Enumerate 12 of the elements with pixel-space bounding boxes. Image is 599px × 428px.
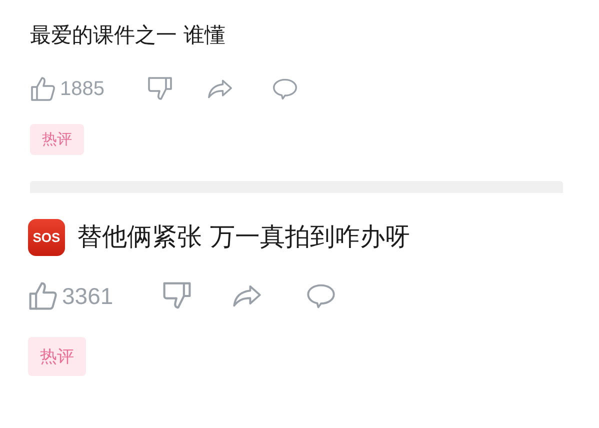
- like-count: 1885: [60, 78, 104, 100]
- hot-comment-tag: 热评: [28, 337, 86, 376]
- thumbs-up-icon[interactable]: [30, 76, 56, 102]
- sos-badge: SOS: [28, 218, 65, 256]
- hot-comment-tag: 热评: [30, 124, 84, 155]
- thumbs-up-icon[interactable]: [28, 281, 58, 311]
- comment-text: 最爱的课件之一 谁懂: [30, 22, 226, 49]
- like-count: 3361: [62, 282, 114, 310]
- thumbs-down-icon[interactable]: [162, 281, 192, 311]
- comment-text: 替他俩紧张 万一真拍到咋办呀: [77, 221, 410, 253]
- thumbs-down-icon[interactable]: [147, 76, 173, 102]
- comment-bubble-icon[interactable]: [272, 76, 298, 102]
